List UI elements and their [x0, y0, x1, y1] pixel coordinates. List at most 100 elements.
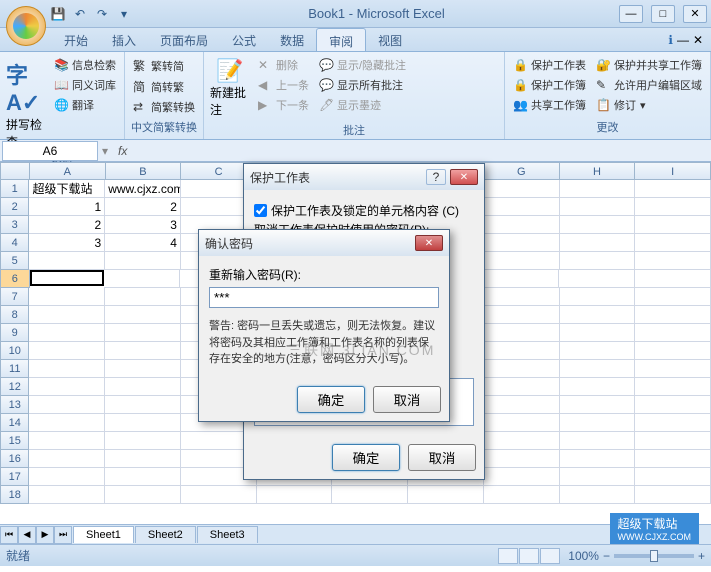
tab-formulas[interactable]: 公式: [220, 28, 268, 51]
close-button[interactable]: ✕: [683, 5, 707, 23]
row-header[interactable]: 17: [0, 468, 29, 486]
cell[interactable]: [105, 360, 181, 378]
cell[interactable]: [560, 486, 636, 504]
redo-icon[interactable]: ↷: [92, 4, 112, 24]
cell[interactable]: [484, 306, 560, 324]
translate-button[interactable]: 🌐翻译: [50, 96, 120, 114]
row-header[interactable]: 14: [0, 414, 29, 432]
cell[interactable]: [635, 252, 711, 270]
cell[interactable]: [29, 306, 105, 324]
cell[interactable]: 3: [105, 216, 181, 234]
cell[interactable]: [560, 432, 636, 450]
cell[interactable]: [560, 198, 636, 216]
cell[interactable]: [560, 234, 636, 252]
row-header[interactable]: 16: [0, 450, 29, 468]
office-button[interactable]: [6, 6, 46, 46]
tab-view[interactable]: 视图: [366, 28, 414, 51]
maximize-button[interactable]: □: [651, 5, 675, 23]
help-icon[interactable]: ℹ: [668, 33, 673, 47]
dialog-help-button[interactable]: ?: [426, 169, 446, 185]
sheet-nav-last[interactable]: ⏭: [54, 526, 72, 544]
cell[interactable]: [560, 360, 636, 378]
cell[interactable]: [560, 288, 636, 306]
ok-button[interactable]: 确定: [297, 386, 365, 413]
show-all-comments-button[interactable]: 💬显示所有批注: [315, 76, 410, 94]
cell[interactable]: [105, 324, 181, 342]
cell[interactable]: [484, 216, 560, 234]
cell[interactable]: [635, 180, 711, 198]
row-header[interactable]: 1: [0, 180, 29, 198]
show-ink-button[interactable]: 🖊显示墨迹: [315, 96, 410, 114]
cell[interactable]: [29, 396, 105, 414]
tab-layout[interactable]: 页面布局: [148, 28, 220, 51]
tab-review[interactable]: 审阅: [316, 28, 366, 51]
sheet-nav-next[interactable]: ▶: [36, 526, 54, 544]
col-header[interactable]: G: [484, 162, 560, 180]
cell[interactable]: 超级下载站: [29, 180, 105, 198]
protect-contents-checkbox[interactable]: 保护工作表及锁定的单元格内容 (C): [254, 200, 474, 221]
sheet-tab[interactable]: Sheet3: [197, 526, 258, 543]
zoom-slider[interactable]: [614, 554, 694, 558]
cell[interactable]: [635, 198, 711, 216]
cell[interactable]: [484, 486, 560, 504]
undo-icon[interactable]: ↶: [70, 4, 90, 24]
view-break-button[interactable]: [540, 548, 560, 564]
cell[interactable]: [635, 486, 711, 504]
ribbon-close-icon[interactable]: ✕: [693, 33, 703, 47]
cell[interactable]: 4: [105, 234, 181, 252]
cell[interactable]: 3: [29, 234, 105, 252]
protect-workbook-button[interactable]: 🔒保护工作簿: [509, 76, 590, 94]
trad-to-simp-button[interactable]: 繁繁转简: [129, 56, 199, 75]
col-header[interactable]: B: [106, 162, 182, 180]
cell[interactable]: [484, 378, 560, 396]
view-normal-button[interactable]: [498, 548, 518, 564]
zoom-level[interactable]: 100%: [568, 549, 599, 563]
row-header[interactable]: 7: [0, 288, 29, 306]
cell[interactable]: [560, 324, 636, 342]
cell[interactable]: [104, 270, 180, 288]
cell[interactable]: 2: [29, 216, 105, 234]
cell[interactable]: [484, 396, 560, 414]
cell[interactable]: [257, 486, 333, 504]
tab-insert[interactable]: 插入: [100, 28, 148, 51]
row-header[interactable]: 8: [0, 306, 29, 324]
track-changes-button[interactable]: 📋修订 ▾: [592, 96, 706, 114]
cell[interactable]: [635, 414, 711, 432]
cell[interactable]: [635, 306, 711, 324]
cell[interactable]: [635, 378, 711, 396]
cell[interactable]: [30, 270, 105, 286]
row-header[interactable]: 4: [0, 234, 29, 252]
cell[interactable]: [484, 432, 560, 450]
cell[interactable]: [29, 450, 105, 468]
cell[interactable]: [635, 234, 711, 252]
cell[interactable]: [635, 288, 711, 306]
dialog-close-button[interactable]: ✕: [450, 169, 478, 185]
cell[interactable]: [484, 288, 560, 306]
cell[interactable]: www.cjxz.com: [105, 180, 181, 198]
cell[interactable]: [29, 324, 105, 342]
cell[interactable]: [105, 252, 181, 270]
simp-to-trad-button[interactable]: 简简转繁: [129, 77, 199, 96]
cell[interactable]: [560, 414, 636, 432]
cancel-button[interactable]: 取消: [373, 386, 441, 413]
ok-button[interactable]: 确定: [332, 444, 400, 471]
sheet-tab[interactable]: Sheet2: [135, 526, 196, 543]
share-workbook-button[interactable]: 👥共享工作簿: [509, 96, 590, 114]
cell[interactable]: [560, 396, 636, 414]
dialog-close-button[interactable]: ✕: [415, 235, 443, 251]
cell[interactable]: [483, 270, 559, 288]
cell[interactable]: [29, 288, 105, 306]
cell[interactable]: [484, 252, 560, 270]
allow-edit-button[interactable]: ✎允许用户编辑区域: [592, 76, 706, 94]
sheet-nav-first[interactable]: ⏮: [0, 526, 18, 544]
col-header[interactable]: A: [30, 162, 106, 180]
cell[interactable]: [105, 396, 181, 414]
row-header[interactable]: 5: [0, 252, 29, 270]
cell[interactable]: [635, 216, 711, 234]
col-header[interactable]: H: [560, 162, 636, 180]
protect-sheet-button[interactable]: 🔒保护工作表: [509, 56, 590, 74]
cell[interactable]: [29, 360, 105, 378]
cancel-button[interactable]: 取消: [408, 444, 476, 471]
cell[interactable]: [484, 324, 560, 342]
name-box-dropdown-icon[interactable]: ▾: [98, 144, 112, 158]
